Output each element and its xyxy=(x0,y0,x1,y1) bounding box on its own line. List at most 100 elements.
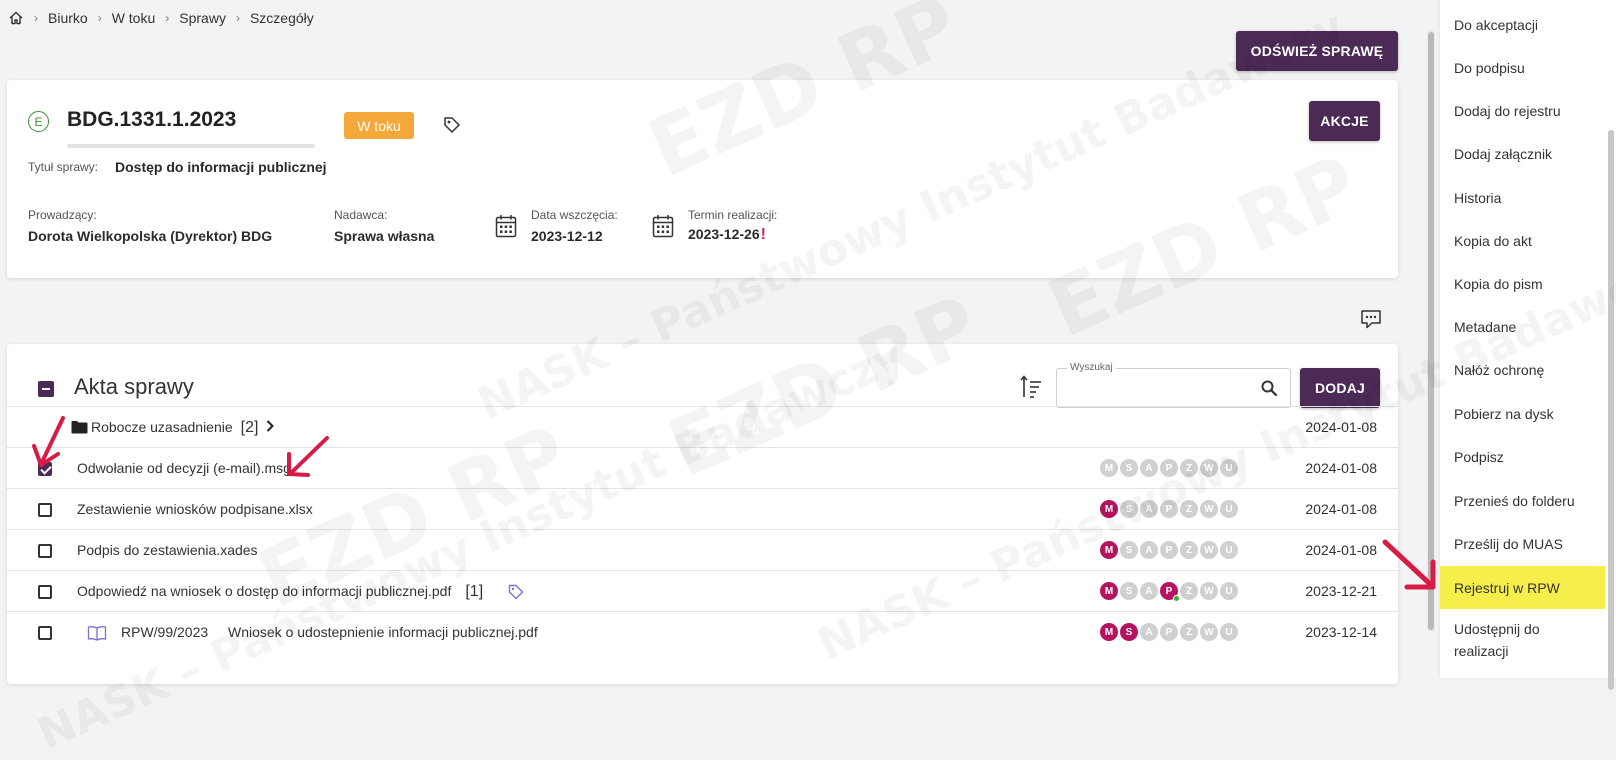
menu-item-do-akceptacji[interactable]: Do akceptacji xyxy=(1440,3,1605,46)
menu-item-metadane[interactable]: Metadane xyxy=(1440,305,1605,348)
status-badge: W toku xyxy=(344,112,414,139)
flag-a: A xyxy=(1140,500,1158,518)
search-field: Wyszukaj xyxy=(1056,362,1291,408)
row-checkbox[interactable] xyxy=(38,544,52,558)
search-icon[interactable] xyxy=(1260,379,1278,397)
row-checkbox[interactable] xyxy=(38,462,52,476)
deadline-value: 2023-12-26 xyxy=(688,226,760,242)
flag-s: S xyxy=(1120,623,1138,641)
breadcrumb-separator: › xyxy=(34,11,38,25)
flag-z: Z xyxy=(1180,500,1198,518)
menu-item-dodaj-do-rejestru[interactable]: Dodaj do rejestru xyxy=(1440,89,1605,132)
file-name[interactable]: Wniosek o udostepnienie informacji publi… xyxy=(228,624,538,640)
files-section-title: Akta sprawy xyxy=(74,374,194,399)
menu-item-do-podpisu[interactable]: Do podpisu xyxy=(1440,46,1605,89)
file-row[interactable]: RPW/99/2023 Wniosek o udostepnienie info… xyxy=(7,611,1398,653)
start-date-value: 2023-12-12 xyxy=(531,228,603,244)
file-name-wrap: Odpowiedź na wniosek o dostęp do informa… xyxy=(77,583,483,601)
file-date: 2024-01-08 xyxy=(1305,460,1377,476)
file-date: 2024-01-08 xyxy=(1305,501,1377,517)
flag-p: P xyxy=(1160,500,1178,518)
menu-item-naloz-ochrone[interactable]: Nałóż ochronę xyxy=(1440,348,1605,391)
sender-label: Nadawca: xyxy=(334,208,388,222)
row-checkbox[interactable] xyxy=(38,585,52,599)
flag-z: Z xyxy=(1180,459,1198,477)
document-flags: M S A P Z W U xyxy=(1100,582,1238,602)
menu-item-historia[interactable]: Historia xyxy=(1440,176,1605,219)
flag-z: Z xyxy=(1180,582,1198,600)
flag-m: M xyxy=(1100,541,1118,559)
file-row[interactable]: Odwołanie od decyzji (e-mail).msg M S A … xyxy=(7,447,1398,489)
home-icon[interactable] xyxy=(8,10,24,26)
flag-u: U xyxy=(1220,500,1238,518)
add-document-button[interactable]: DODAJ xyxy=(1300,368,1380,408)
case-title-value: Dostęp do informacji publicznej xyxy=(115,159,327,175)
flag-w: W xyxy=(1200,541,1218,559)
flag-p: P xyxy=(1160,582,1180,602)
menu-item-dodaj-zalacznik[interactable]: Dodaj załącznik xyxy=(1440,132,1605,175)
flag-p: P xyxy=(1160,541,1178,559)
flag-u: U xyxy=(1220,459,1238,477)
flag-s: S xyxy=(1120,459,1138,477)
file-row[interactable]: Zestawienie wniosków podpisane.xlsx M S … xyxy=(7,488,1398,530)
breadcrumb-separator: › xyxy=(235,11,240,25)
flag-p: P xyxy=(1160,459,1178,477)
flag-a: A xyxy=(1140,582,1158,600)
file-date: 2023-12-14 xyxy=(1305,624,1377,640)
menu-scrollbar-thumb[interactable] xyxy=(1608,130,1614,690)
actions-button[interactable]: AKCJE xyxy=(1309,101,1380,141)
folder-name[interactable]: Robocze uzasadnienie xyxy=(91,419,233,435)
file-name[interactable]: Podpis do zestawienia.xades xyxy=(77,542,258,558)
case-files-card: Akta sprawy Wyszukaj DODAJ Robocze uzasa… xyxy=(7,344,1398,684)
file-date: 2024-01-08 xyxy=(1305,542,1377,558)
menu-item-kopia-do-pism[interactable]: Kopia do pism xyxy=(1440,262,1605,305)
file-date: 2024-01-08 xyxy=(1305,419,1377,435)
document-flags: M S A P Z W U xyxy=(1100,541,1238,559)
flag-w: W xyxy=(1200,500,1218,518)
flag-p-letter: P xyxy=(1165,585,1173,597)
file-name[interactable]: Odpowiedź na wniosek o dostęp do informa… xyxy=(77,583,451,599)
comment-icon[interactable] xyxy=(1360,308,1382,330)
tag-icon[interactable] xyxy=(507,583,525,601)
menu-item-przeslij-do-muas[interactable]: Prześlij do MUAS xyxy=(1440,522,1605,565)
refresh-case-button[interactable]: ODŚWIEŻ SPRAWĘ xyxy=(1236,31,1398,71)
file-name[interactable]: Zestawienie wniosków podpisane.xlsx xyxy=(77,501,313,517)
scrollbar-thumb[interactable] xyxy=(1428,32,1434,630)
file-version-count: [1] xyxy=(465,583,484,600)
start-date-label: Data wszczęcia: xyxy=(531,208,618,222)
collapse-icon[interactable] xyxy=(38,381,54,397)
folder-row[interactable]: Robocze uzasadnienie [2] 2024-01-08 xyxy=(7,406,1398,448)
flag-s: S xyxy=(1120,582,1138,600)
file-row[interactable]: Odpowiedź na wniosek o dostęp do informa… xyxy=(7,570,1398,612)
book-icon xyxy=(87,626,107,641)
menu-item-przenies-do-folderu[interactable]: Przenieś do folderu xyxy=(1440,479,1605,522)
menu-item-kopia-do-akt[interactable]: Kopia do akt xyxy=(1440,219,1605,262)
menu-item-pobierz-na-dysk[interactable]: Pobierz na dysk xyxy=(1440,392,1605,435)
chevron-right-icon[interactable] xyxy=(265,419,275,433)
breadcrumb-item-sprawy[interactable]: Sprawy xyxy=(179,10,226,26)
sort-icon[interactable] xyxy=(1019,374,1043,400)
case-number-underline xyxy=(67,144,315,148)
menu-item-rejestruj-w-rpw[interactable]: Rejestruj w RPW xyxy=(1440,566,1605,609)
breadcrumb-item-w-toku[interactable]: W toku xyxy=(112,10,156,26)
tag-icon[interactable] xyxy=(442,115,462,135)
file-name[interactable]: Odwołanie od decyzji (e-mail).msg xyxy=(77,460,291,476)
rpw-number: RPW/99/2023 xyxy=(121,624,209,640)
flag-m: M xyxy=(1100,623,1118,641)
breadcrumb-item-biurko[interactable]: Biurko xyxy=(48,10,88,26)
flag-a: A xyxy=(1140,459,1158,477)
folder-count: [2] xyxy=(240,419,259,436)
file-row[interactable]: Podpis do zestawienia.xades M S A P Z W … xyxy=(7,529,1398,571)
breadcrumb-item-szczegoly: Szczegóły xyxy=(249,10,314,26)
document-flags: M S A P Z W U xyxy=(1100,500,1238,518)
case-number: BDG.1331.1.2023 xyxy=(67,108,237,131)
flag-z: Z xyxy=(1180,623,1198,641)
search-input[interactable] xyxy=(1057,369,1247,407)
folder-name-wrap: Robocze uzasadnienie [2] xyxy=(91,419,258,437)
case-details-card: E BDG.1331.1.2023 W toku AKCJE Tytuł spr… xyxy=(7,80,1398,278)
row-checkbox[interactable] xyxy=(38,626,52,640)
row-checkbox[interactable] xyxy=(38,503,52,517)
flag-u: U xyxy=(1220,541,1238,559)
menu-item-podpisz[interactable]: Podpisz xyxy=(1440,435,1605,478)
menu-item-udostepnij-do-realizacji[interactable]: Udostępnij do realizacji xyxy=(1440,616,1605,664)
